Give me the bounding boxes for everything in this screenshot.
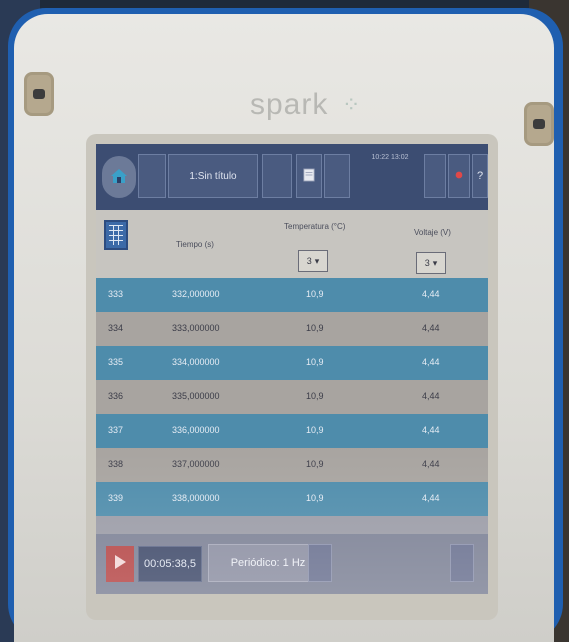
sampling-options-button[interactable]: [308, 544, 332, 582]
home-icon: [109, 166, 129, 189]
row-time: 334,000000: [172, 357, 220, 367]
row-time: 336,000000: [172, 425, 220, 435]
row-time: 335,000000: [172, 391, 220, 401]
table-row[interactable]: 337 336,000000 10,9 4,44: [96, 414, 488, 448]
row-voltage: 4,44: [422, 493, 440, 503]
row-time: 332,000000: [172, 289, 220, 299]
play-icon: [113, 554, 127, 575]
row-voltage: 4,44: [422, 357, 440, 367]
latch-left: [24, 72, 54, 116]
journal-button[interactable]: [296, 154, 322, 198]
next-page-button[interactable]: [324, 154, 350, 198]
row-time: 333,000000: [172, 323, 220, 333]
table-row[interactable]: 336 335,000000 10,9 4,44: [96, 380, 488, 414]
chevron-down-icon: ▾: [432, 257, 438, 268]
toolbar-button-blank[interactable]: [262, 154, 292, 198]
row-number: 336: [108, 391, 124, 401]
table-row[interactable]: 335 334,000000 10,9 4,44: [96, 346, 488, 380]
top-toolbar: 1:Sin título 10:22 13:02 ?: [96, 144, 488, 210]
row-number: 338: [108, 459, 124, 469]
row-number: 339: [108, 493, 124, 503]
row-temperature: 10,9: [306, 357, 324, 367]
brand-mark-icon: ⁘: [342, 92, 361, 117]
row-temperature: 10,9: [306, 391, 324, 401]
table-row[interactable]: 338 337,000000 10,9 4,44: [96, 448, 488, 482]
row-number: 335: [108, 357, 124, 367]
chevron-down-icon: ▾: [314, 255, 320, 266]
row-time: 337,000000: [172, 459, 220, 469]
row-temperature: 10,9: [306, 289, 324, 299]
bottom-bar: 00:05:38,5 Periódico: 1 Hz: [96, 534, 488, 594]
help-button[interactable]: ?: [472, 154, 488, 198]
row-temperature: 10,9: [306, 493, 324, 503]
experiment-title-button[interactable]: 1:Sin título: [168, 154, 258, 198]
row-temperature: 10,9: [306, 323, 324, 333]
table-header: Tiempo (s) Temperatura (°C) Voltaje (V) …: [96, 210, 488, 278]
toolbar-button-tools[interactable]: [424, 154, 446, 198]
elapsed-time: 00:05:38,5: [138, 546, 202, 582]
status-clock: 10:22 13:02: [371, 154, 409, 161]
back-button[interactable]: [138, 154, 166, 198]
brand-logo: spark: [250, 88, 329, 121]
row-number: 337: [108, 425, 124, 435]
row-voltage: 4,44: [422, 425, 440, 435]
row-voltage: 4,44: [422, 459, 440, 469]
voltage-digits-value: 3: [424, 258, 430, 268]
table-row[interactable]: 334 333,000000 10,9 4,44: [96, 312, 488, 346]
voltage-digits-selector[interactable]: 3 ▾: [416, 252, 446, 274]
home-button[interactable]: [102, 156, 136, 198]
row-voltage: 4,44: [422, 289, 440, 299]
toolbar-button-settings[interactable]: [448, 154, 470, 198]
document-icon: [303, 168, 315, 185]
table-row[interactable]: 339 338,000000 10,9 4,44: [96, 482, 488, 516]
temperature-digits-selector[interactable]: 3 ▾: [298, 250, 328, 272]
row-number: 333: [108, 289, 124, 299]
table-row[interactable]: 333 332,000000 10,9 4,44: [96, 278, 488, 312]
device-screen: 1:Sin título 10:22 13:02 ? Tiempo (s) Te…: [96, 144, 488, 594]
row-time: 338,000000: [172, 493, 220, 503]
record-button[interactable]: [106, 546, 134, 582]
settings-icon: [454, 170, 464, 183]
row-number: 334: [108, 323, 124, 333]
row-temperature: 10,9: [306, 425, 324, 435]
temperature-digits-value: 3: [306, 256, 312, 266]
column-header-voltaje: Voltaje (V): [414, 228, 451, 237]
column-header-temperatura: Temperatura (°C): [284, 222, 346, 231]
row-temperature: 10,9: [306, 459, 324, 469]
table-view-icon[interactable]: [104, 220, 128, 250]
column-header-tiempo: Tiempo (s): [176, 240, 214, 249]
latch-right: [524, 102, 554, 146]
row-voltage: 4,44: [422, 323, 440, 333]
bottom-right-button[interactable]: [450, 544, 474, 582]
row-voltage: 4,44: [422, 391, 440, 401]
